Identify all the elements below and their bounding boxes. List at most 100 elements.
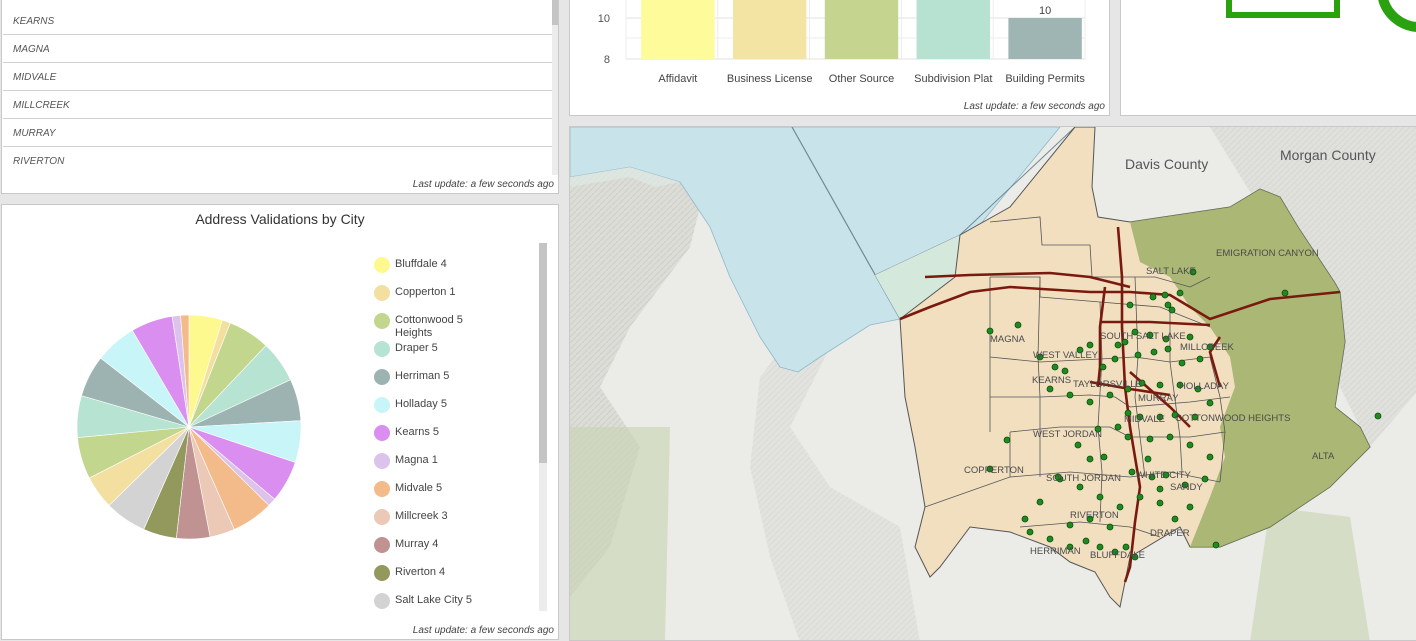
map-point[interactable]	[1106, 523, 1114, 531]
bar[interactable]	[824, 0, 899, 59]
legend-scrollbar[interactable]	[539, 243, 547, 611]
map-point[interactable]	[1168, 306, 1176, 314]
list-item[interactable]: MURRAY	[3, 120, 552, 147]
legend-item[interactable]: Magna 1	[374, 447, 534, 475]
map-point[interactable]	[1106, 391, 1114, 399]
map-point[interactable]	[1136, 493, 1144, 501]
legend-item[interactable]: Holladay 5	[374, 391, 534, 419]
legend-item[interactable]: Cottonwood 5 Heights	[374, 307, 534, 339]
map-point[interactable]	[1206, 399, 1214, 407]
list-item[interactable]: MIDVALE	[3, 64, 552, 91]
legend-swatch	[374, 509, 390, 525]
map-point[interactable]	[1146, 435, 1154, 443]
map-point[interactable]	[1128, 468, 1136, 476]
legend-item[interactable]: Murray 4	[374, 531, 534, 559]
map-point[interactable]	[1051, 363, 1059, 371]
map-point[interactable]	[1374, 412, 1382, 420]
bar-y-tick-label: 10	[598, 13, 610, 25]
bar-x-tick-label: Other Source	[829, 73, 894, 85]
map-point[interactable]	[1066, 521, 1074, 529]
list-item[interactable]: RIVERTON	[3, 148, 552, 175]
legend-item[interactable]: Draper 5	[374, 335, 534, 363]
city-list-panel: KEARNS MAGNA MIDVALE MILLCREEK MURRAY RI…	[1, 0, 559, 194]
map-point[interactable]	[1164, 301, 1172, 309]
map-point[interactable]	[1186, 333, 1194, 341]
map-point[interactable]	[1178, 359, 1186, 367]
map-point[interactable]	[1114, 423, 1122, 431]
legend-item[interactable]: Bluffdale 4	[374, 251, 534, 279]
legend-item[interactable]: Herriman 5	[374, 363, 534, 391]
map-point[interactable]	[1164, 345, 1172, 353]
legend-item[interactable]: Millcreek 3	[374, 503, 534, 531]
map-label-emigration-canyon: EMIGRATION CANYON	[1216, 248, 1319, 259]
list-item[interactable]: KEARNS	[3, 8, 552, 35]
map-point[interactable]	[1212, 541, 1220, 549]
bar[interactable]	[1008, 18, 1082, 59]
map-point[interactable]	[1149, 293, 1157, 301]
map-point[interactable]	[1086, 341, 1094, 349]
legend-swatch	[374, 537, 390, 553]
map-point[interactable]	[1046, 535, 1054, 543]
map-point[interactable]	[1100, 453, 1108, 461]
indicator-box-shape	[1226, 0, 1340, 18]
legend-swatch	[374, 369, 390, 385]
map-point[interactable]	[1021, 515, 1029, 523]
map-point[interactable]	[1156, 485, 1164, 493]
map-point[interactable]	[1186, 503, 1194, 511]
map-point[interactable]	[1196, 355, 1204, 363]
map-label-kearns: KEARNS	[1032, 375, 1071, 386]
map-canvas[interactable]: Davis County Morgan County SALT LAKE EMI…	[570, 127, 1416, 641]
map-point[interactable]	[1166, 433, 1174, 441]
legend-scrollbar-thumb[interactable]	[539, 243, 547, 463]
map-point[interactable]	[1026, 528, 1034, 536]
bar[interactable]	[916, 0, 991, 59]
map-point[interactable]	[1171, 515, 1179, 523]
list-scrollbar-thumb[interactable]	[552, 0, 558, 25]
list-item[interactable]: MAGNA	[3, 36, 552, 63]
map-point[interactable]	[1156, 381, 1164, 389]
map-view[interactable]: Davis County Morgan County SALT LAKE EMI…	[569, 126, 1416, 641]
bar[interactable]	[732, 0, 807, 59]
bar-x-tick-label: Business License	[727, 73, 813, 85]
map-point[interactable]	[1082, 537, 1090, 545]
map-point[interactable]	[1111, 355, 1119, 363]
legend-item[interactable]: Kearns 5	[374, 419, 534, 447]
map-point[interactable]	[1066, 391, 1074, 399]
map-point[interactable]	[1124, 433, 1132, 441]
source-bar-chart-panel: 10 8 Affidavit Business License Other Source…	[569, 0, 1110, 116]
map-point[interactable]	[1134, 351, 1142, 359]
legend-label: Herriman 5	[395, 370, 450, 382]
map-point[interactable]	[1046, 385, 1054, 393]
bar-data-label: 10	[1039, 5, 1051, 17]
map-point[interactable]	[1156, 499, 1164, 507]
map-point[interactable]	[1076, 483, 1084, 491]
map-point[interactable]	[1061, 367, 1069, 375]
list-scrollbar[interactable]	[552, 0, 558, 175]
map-point[interactable]	[1161, 291, 1169, 299]
map-point[interactable]	[1176, 289, 1184, 297]
list-item-label: KEARNS	[13, 16, 55, 27]
map-point[interactable]	[1206, 453, 1214, 461]
legend-item[interactable]: Riverton 4	[374, 559, 534, 587]
map-point[interactable]	[1074, 441, 1082, 449]
map-point[interactable]	[1003, 436, 1011, 444]
map-point[interactable]	[1150, 348, 1158, 356]
bar[interactable]	[641, 0, 715, 59]
map-point[interactable]	[1086, 398, 1094, 406]
list-item-label: MIDVALE	[13, 72, 57, 83]
map-point[interactable]	[1086, 455, 1094, 463]
map-point[interactable]	[1186, 441, 1194, 449]
map-point[interactable]	[1281, 289, 1289, 297]
legend-item[interactable]: Salt Lake City 5	[374, 587, 534, 611]
list-item[interactable]: MILLCREEK	[3, 92, 552, 119]
legend-item[interactable]: Copperton 1	[374, 279, 534, 307]
legend-item[interactable]: Midvale 5	[374, 475, 534, 503]
map-point[interactable]	[1201, 475, 1209, 483]
map-point[interactable]	[1114, 341, 1122, 349]
map-point[interactable]	[1144, 455, 1152, 463]
map-point[interactable]	[1126, 301, 1134, 309]
map-point[interactable]	[1014, 321, 1022, 329]
map-point[interactable]	[1096, 493, 1104, 501]
map-point[interactable]	[1099, 363, 1107, 371]
map-point[interactable]	[1036, 498, 1044, 506]
